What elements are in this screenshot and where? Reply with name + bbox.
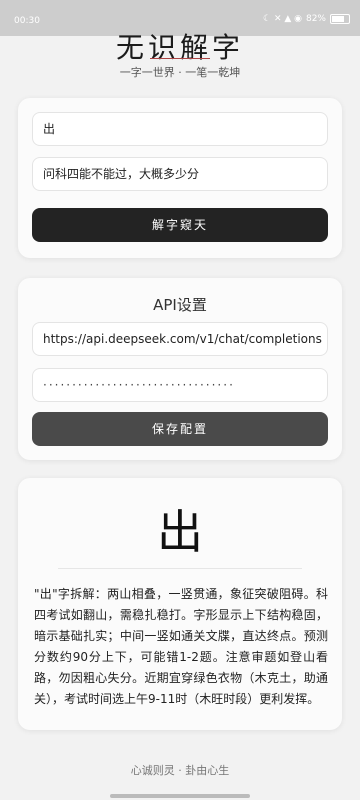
question-input[interactable]: 问科四能不能过，大概多少分 (32, 157, 328, 191)
status-time: 00:30 (14, 16, 40, 26)
status-indicator-icons: ☾ ✕ ▲ ◉ (263, 14, 302, 24)
status-icons: ☾ ✕ ▲ ◉ 82% (263, 14, 350, 24)
result-divider (58, 568, 302, 569)
api-key-input[interactable]: ································· (32, 368, 328, 402)
save-config-button[interactable]: 保存配置 (32, 412, 328, 446)
app-subtitle: 一字一世界 · 一笔一乾坤 (119, 66, 241, 79)
title-divider (150, 58, 210, 59)
app-title: 无识解字 (115, 31, 244, 64)
character-input[interactable]: 出 (32, 112, 328, 146)
battery-icon (330, 14, 350, 24)
interpret-button[interactable]: 解字窥天 (32, 208, 328, 242)
result-interpretation: "出"字拆解：两山相叠，一竖贯通，象征突破阻碍。科四考试如翻山，需稳扎稳打。字形… (34, 587, 328, 706)
api-settings-card: API设置 https://api.deepseek.com/v1/chat/c… (18, 278, 342, 460)
result-card: 出 "出"字拆解：两山相叠，一竖贯通，象征突破阻碍。科四考试如翻山，需稳扎稳打。… (18, 478, 342, 730)
footer-motto: 心诚则灵 · 卦由心生 (130, 764, 230, 777)
api-settings-title: API设置 (153, 296, 207, 314)
battery-percent: 82% (305, 14, 326, 24)
input-card: 出 问科四能不能过，大概多少分 解字窥天 (18, 98, 342, 258)
api-url-input[interactable]: https://api.deepseek.com/v1/chat/complet… (32, 322, 328, 356)
result-character: 出 (157, 505, 203, 559)
home-indicator[interactable] (110, 794, 250, 798)
